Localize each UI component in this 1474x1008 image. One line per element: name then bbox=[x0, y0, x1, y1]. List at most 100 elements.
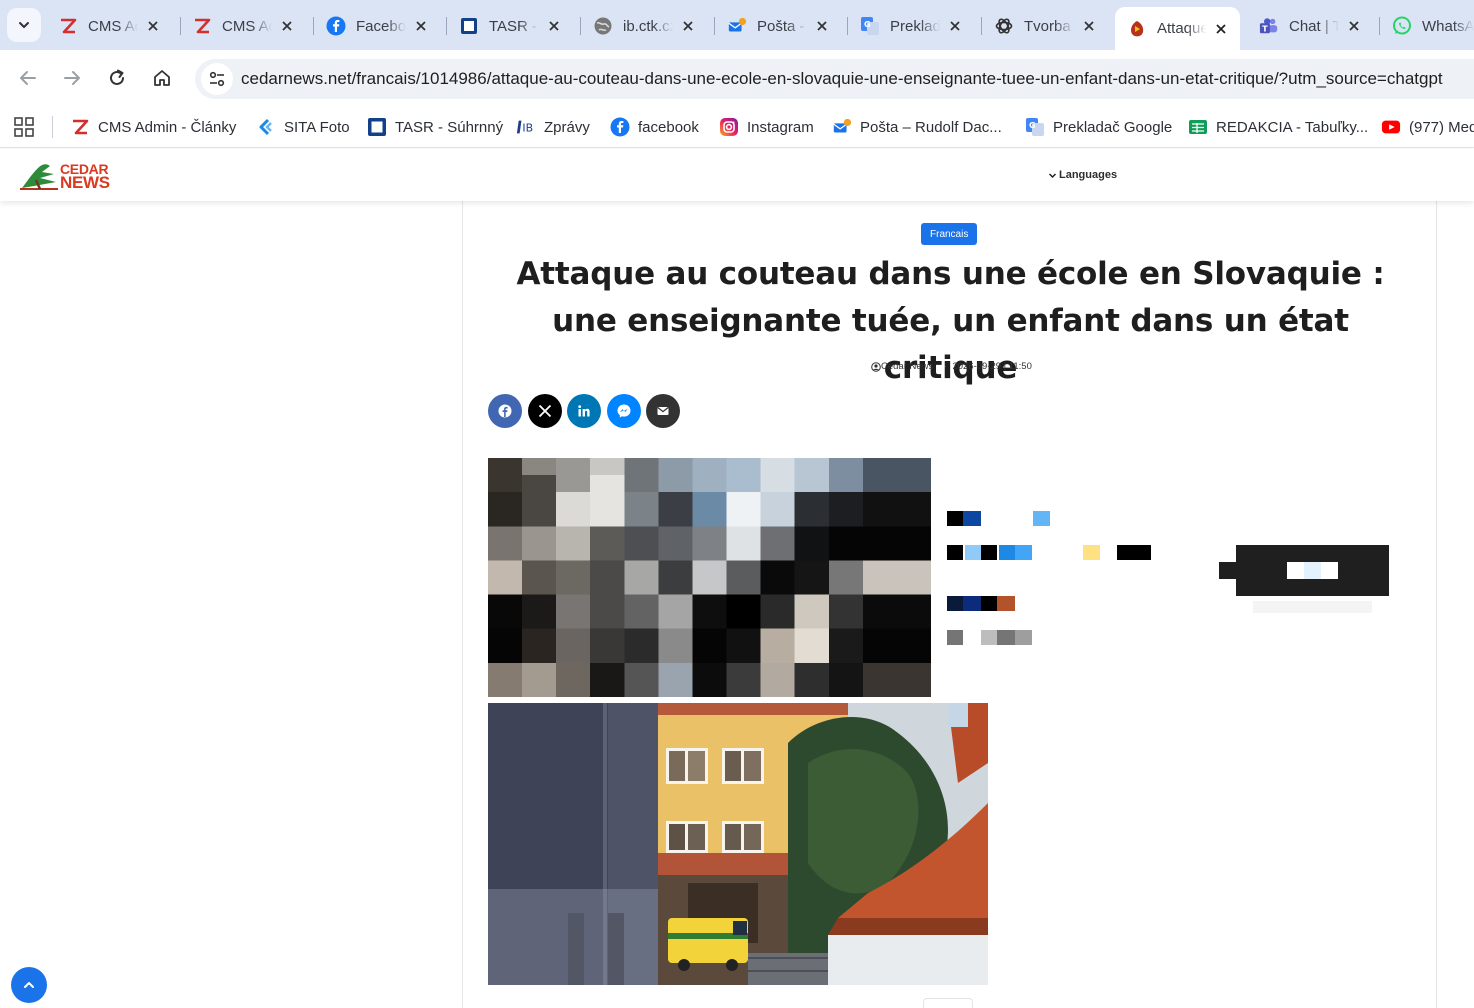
apps-grid-icon bbox=[14, 117, 34, 137]
translate-icon: G bbox=[860, 16, 880, 36]
bookmark-facebook[interactable]: facebook bbox=[610, 114, 699, 140]
teams-icon: T bbox=[1259, 16, 1279, 36]
tab-cms-admin-1[interactable]: CMS Admin bbox=[46, 8, 172, 44]
share-messenger-button[interactable] bbox=[606, 394, 641, 428]
bookmark-label: (977) Med bbox=[1409, 118, 1474, 136]
browser-window: CMS Admin CMS Admin Facebook TASR - Súhr… bbox=[0, 0, 1474, 1008]
share-buttons bbox=[488, 394, 686, 428]
close-icon[interactable] bbox=[144, 17, 162, 35]
close-icon[interactable] bbox=[412, 17, 430, 35]
tab-facebook[interactable]: Facebook bbox=[314, 8, 440, 44]
back-button[interactable] bbox=[12, 62, 44, 94]
user-icon bbox=[871, 361, 881, 372]
bookmark-redakcia[interactable]: REDAKCIA - Tabuľky... bbox=[1188, 114, 1368, 140]
zeta-icon bbox=[192, 16, 212, 36]
bookmark-zpravy[interactable]: IB Zprávy bbox=[516, 114, 590, 140]
tab-search-button[interactable] bbox=[7, 8, 41, 42]
cedar-icon bbox=[1127, 19, 1147, 39]
zeta-icon bbox=[70, 117, 90, 137]
logo-text-news: NEWS bbox=[60, 173, 110, 192]
bookmark-instagram[interactable]: Instagram bbox=[719, 114, 814, 140]
bookmark-label: Zprávy bbox=[544, 118, 590, 136]
category-badge[interactable]: Francais bbox=[921, 223, 978, 245]
bookmark-youtube[interactable]: (977) Med bbox=[1381, 114, 1474, 140]
tab-title: Pošta - Rudolf bbox=[757, 17, 807, 35]
share-linkedin-button[interactable] bbox=[567, 394, 601, 428]
tune-icon bbox=[209, 71, 225, 87]
chevron-down-icon bbox=[19, 22, 29, 28]
close-icon[interactable] bbox=[679, 17, 697, 35]
email-icon bbox=[657, 407, 669, 415]
svg-text:IB: IB bbox=[522, 122, 533, 135]
facebook-icon bbox=[610, 117, 630, 137]
arrow-right-icon bbox=[64, 71, 80, 85]
sita-icon bbox=[256, 117, 276, 137]
scroll-to-top-button[interactable] bbox=[11, 967, 47, 1003]
share-email-button[interactable] bbox=[646, 394, 680, 428]
zeta-icon bbox=[58, 16, 78, 36]
tab-tvorba[interactable]: Tvorba bbox=[982, 8, 1108, 44]
bookmark-sita-foto[interactable]: SITA Foto bbox=[256, 114, 350, 140]
openai-icon bbox=[994, 16, 1014, 36]
page-element-edge bbox=[923, 998, 973, 1008]
censored-embed-placeholder bbox=[947, 511, 1389, 645]
web-page: CEDAR NEWS Languages Francais Attaque au… bbox=[0, 149, 1474, 1008]
bookmark-label: REDAKCIA - Tabuľky... bbox=[1216, 118, 1369, 136]
tab-cms-admin-2[interactable]: CMS Admin bbox=[180, 8, 306, 44]
pixelated-article-image bbox=[488, 458, 931, 697]
bookmark-tasr[interactable]: TASR - Súhrnný bbox=[367, 114, 503, 140]
linkedin-icon bbox=[578, 405, 590, 417]
site-logo[interactable]: CEDAR NEWS bbox=[20, 160, 120, 192]
translate-icon: G bbox=[1025, 117, 1045, 137]
bookmark-prekladac[interactable]: G Prekladač Google bbox=[1025, 114, 1172, 140]
site-header: CEDAR NEWS Languages bbox=[0, 149, 1474, 201]
close-icon[interactable] bbox=[278, 17, 296, 35]
forward-button[interactable] bbox=[56, 62, 88, 94]
youtube-icon bbox=[1381, 117, 1401, 137]
tab-posta[interactable]: Pošta - Rudolf bbox=[715, 8, 841, 44]
close-icon[interactable] bbox=[813, 17, 831, 35]
meta-separator: · bbox=[943, 361, 947, 372]
mail-icon bbox=[832, 117, 852, 137]
reload-button[interactable] bbox=[101, 62, 133, 94]
arrow-left-icon bbox=[20, 71, 36, 85]
logo-wordmark: CEDAR NEWS bbox=[60, 162, 110, 192]
tab-attaque-active[interactable]: Attaque au couteau bbox=[1115, 7, 1240, 50]
tab-tasr[interactable]: TASR - Súhrnný bbox=[447, 8, 573, 44]
site-info-button[interactable] bbox=[201, 63, 233, 95]
close-icon[interactable] bbox=[1080, 17, 1098, 35]
tab-title: WhatsApp bbox=[1422, 17, 1474, 35]
share-facebook-button[interactable] bbox=[488, 394, 522, 428]
close-icon[interactable] bbox=[946, 17, 964, 35]
sheets-icon bbox=[1188, 117, 1208, 137]
chevron-up-icon bbox=[24, 982, 34, 988]
tab-title: CMS Admin bbox=[222, 17, 272, 35]
tab-title: Attaque au couteau bbox=[1157, 20, 1206, 37]
bookmarks-bar: CMS Admin - Články SITA Foto TASR - Súhr… bbox=[0, 106, 1474, 148]
tab-teams[interactable]: T Chat | Teams bbox=[1247, 8, 1373, 44]
share-x-button[interactable] bbox=[527, 394, 562, 428]
languages-label: Languages bbox=[1059, 169, 1118, 181]
tab-whatsapp[interactable]: WhatsApp bbox=[1380, 8, 1474, 44]
tab-ib-ctk[interactable]: ib.ctk.cz bbox=[581, 8, 707, 44]
address-bar[interactable]: cedarnews.net/francais/1014986/attaque-a… bbox=[195, 59, 1474, 99]
bookmark-cms-admin[interactable]: CMS Admin - Články bbox=[70, 114, 236, 140]
close-icon[interactable] bbox=[545, 17, 563, 35]
bookmark-posta[interactable]: Pošta – Rudolf Dac... bbox=[832, 114, 1002, 140]
apps-button[interactable] bbox=[13, 116, 35, 138]
bookmark-label: SITA Foto bbox=[284, 118, 350, 136]
bookmark-label: Pošta – Rudolf Dac... bbox=[860, 118, 1002, 136]
home-button[interactable] bbox=[146, 62, 178, 94]
close-icon[interactable] bbox=[1212, 20, 1230, 38]
messenger-icon bbox=[617, 404, 630, 418]
tasr-icon bbox=[459, 16, 479, 36]
close-icon[interactable] bbox=[1345, 17, 1363, 35]
languages-menu[interactable]: Languages bbox=[1048, 169, 1117, 181]
bookmark-label: CMS Admin - Články bbox=[98, 118, 237, 136]
bookmark-label: TASR - Súhrnný bbox=[395, 118, 504, 136]
tab-title: CMS Admin bbox=[88, 17, 138, 35]
tab-prekladac[interactable]: G Prekladač Google bbox=[848, 8, 974, 44]
whatsapp-icon bbox=[1392, 16, 1412, 36]
svg-text:G: G bbox=[1029, 121, 1036, 130]
author-link[interactable]: Cedar News bbox=[881, 361, 933, 372]
